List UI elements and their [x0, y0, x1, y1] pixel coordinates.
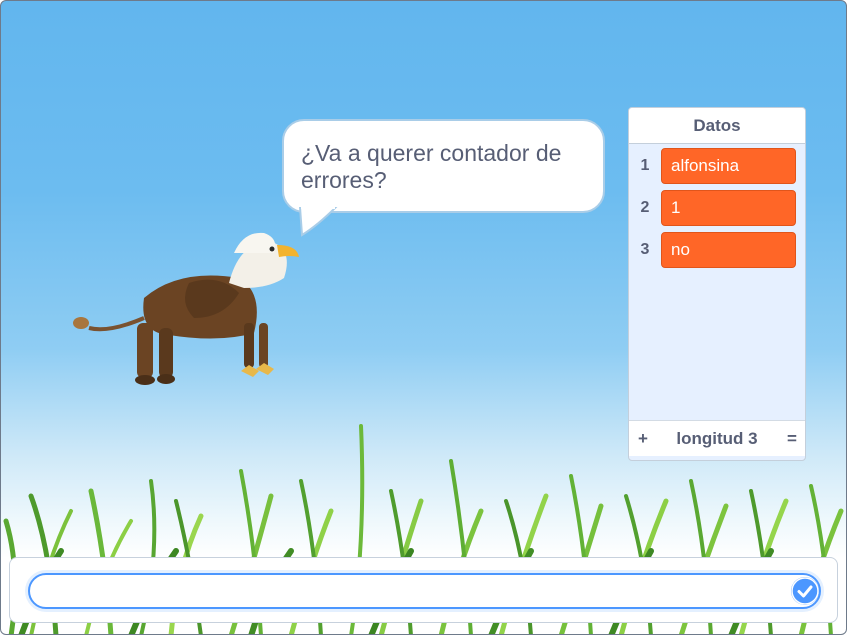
submit-answer-button[interactable]: [791, 577, 819, 605]
list-item-index: 2: [640, 199, 650, 216]
ask-answer-input[interactable]: [28, 573, 821, 609]
list-footer: + longitud 3 =: [629, 420, 805, 456]
list-item[interactable]: 3 no: [629, 231, 805, 269]
speech-bubble-tail: [298, 207, 338, 237]
add-item-button[interactable]: +: [635, 421, 651, 457]
speech-line-1: ¿Va a querer contador de: [301, 140, 562, 166]
resize-handle[interactable]: =: [784, 421, 800, 457]
ask-prompt-box: [9, 557, 838, 623]
list-item-value[interactable]: alfonsina: [661, 148, 796, 184]
list-title: Datos: [629, 108, 805, 144]
list-item-value[interactable]: 1: [661, 190, 796, 226]
list-length-label: longitud 3: [676, 429, 758, 448]
speech-bubble-text: ¿Va a querer contador de errores?: [301, 140, 596, 194]
speech-line-2: errores?: [301, 167, 387, 193]
list-item[interactable]: 1 alfonsina: [629, 147, 805, 185]
list-item-index: 1: [640, 157, 650, 174]
list-monitor-datos[interactable]: Datos 1 alfonsina 2 1 3 no + longitud 3 …: [628, 107, 806, 461]
list-item-index: 3: [640, 241, 650, 258]
speech-bubble: ¿Va a querer contador de errores?: [282, 119, 605, 213]
list-item-value[interactable]: no: [661, 232, 796, 268]
list-item[interactable]: 2 1: [629, 189, 805, 227]
stage[interactable]: ¿Va a querer contador de errores? Datos …: [0, 0, 847, 635]
griffin-sprite[interactable]: [69, 223, 301, 391]
check-circle-icon: [791, 577, 819, 605]
